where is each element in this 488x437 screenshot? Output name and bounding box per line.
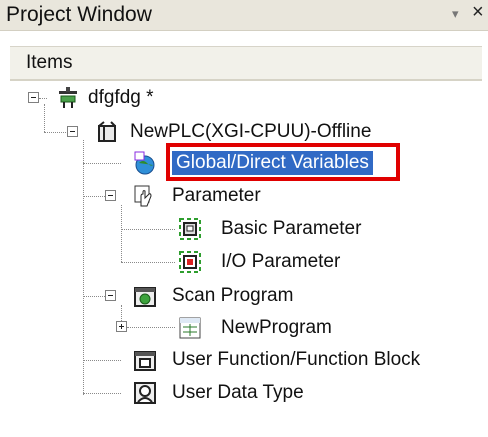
new-program-label: NewProgram <box>221 317 332 338</box>
scan-program-icon <box>133 284 157 308</box>
user-function-label: User Function/Function Block <box>172 349 421 370</box>
highlight-box <box>166 143 400 181</box>
collapse-scan-program-toggle[interactable] <box>105 290 116 301</box>
close-icon[interactable]: × <box>472 1 484 24</box>
project-window: Project Window ▾ × Items dfgfdg * NewPLC… <box>0 0 488 437</box>
globe-variables-icon <box>133 151 157 175</box>
pin-icon[interactable]: ▾ <box>452 6 459 22</box>
hand-parameter-icon <box>133 184 157 208</box>
project-icon <box>56 86 80 110</box>
collapse-project-toggle[interactable] <box>28 92 39 103</box>
parameter-label: Parameter <box>172 185 261 206</box>
collapse-plc-toggle[interactable] <box>67 126 78 137</box>
scan-program-label: Scan Program <box>172 285 294 306</box>
function-block-icon <box>133 348 157 372</box>
collapse-parameter-toggle[interactable] <box>105 190 116 201</box>
basic-parameter-label: Basic Parameter <box>221 218 362 239</box>
window-title: Project Window <box>6 3 152 26</box>
project-label: dfgfdg * <box>88 87 154 108</box>
io-parameter-label: I/O Parameter <box>221 251 341 272</box>
plc-label: NewPLC(XGI-CPUU)-Offline <box>130 121 372 142</box>
title-bar: Project Window ▾ × <box>0 0 488 31</box>
items-header-label: Items <box>26 52 73 73</box>
program-icon <box>178 316 202 340</box>
data-type-icon <box>133 381 157 405</box>
basic-parameter-icon <box>178 217 202 241</box>
io-parameter-icon <box>178 250 202 274</box>
expand-new-program-toggle[interactable] <box>116 321 127 332</box>
plc-icon <box>95 120 119 144</box>
user-data-type-label: User Data Type <box>172 382 304 403</box>
items-column-header[interactable]: Items <box>10 46 482 81</box>
